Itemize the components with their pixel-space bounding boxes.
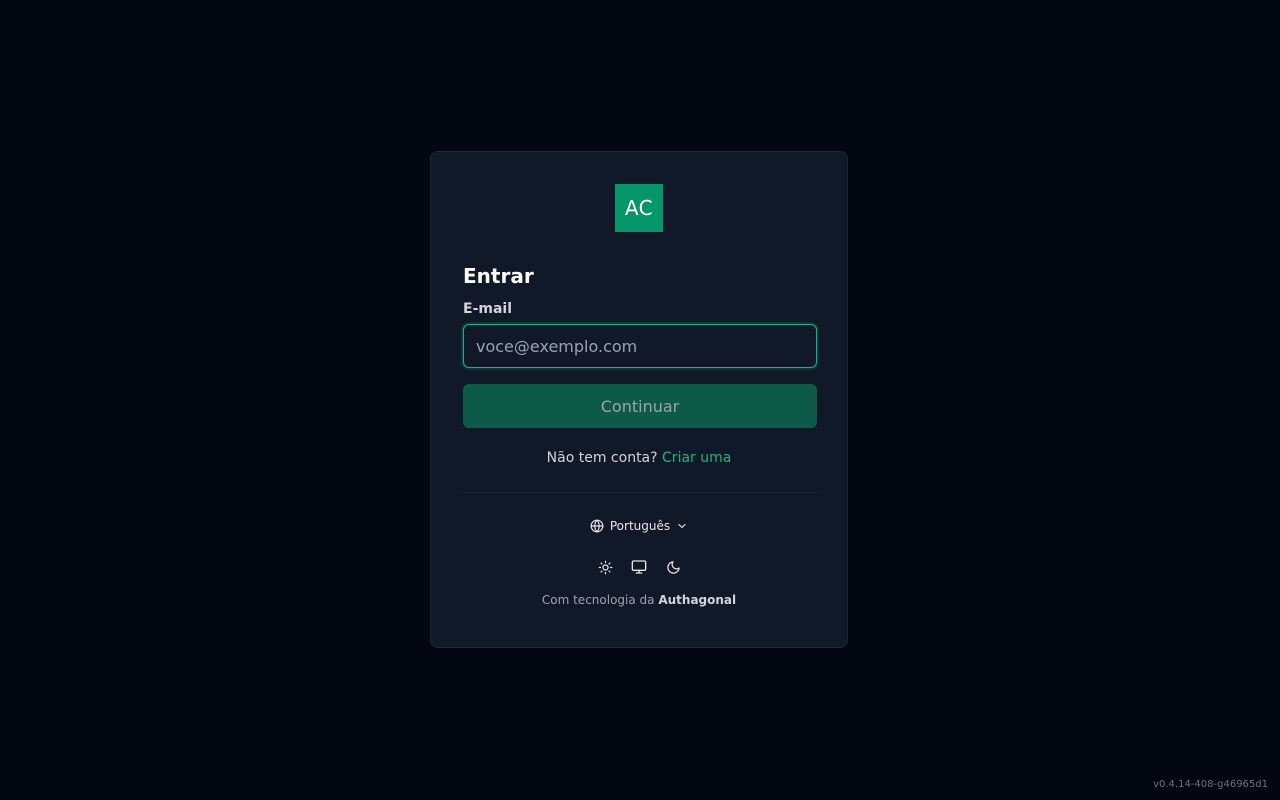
page-title: Entrar [463,264,534,288]
app-logo: AC [615,184,663,232]
theme-switcher [463,557,815,577]
email-input[interactable] [463,324,817,368]
powered-by: Com tecnologia da Authagonal [463,593,815,607]
language-row: Português [463,519,815,533]
language-selector[interactable]: Português [590,519,688,533]
powered-prefix: Com tecnologia da [541,593,655,607]
logo-wrap: AC [463,184,815,232]
login-page: AC Entrar E-mail Continuar Não tem conta… [0,0,1280,800]
theme-light-button[interactable] [595,557,615,577]
globe-icon [590,519,604,533]
monitor-icon [631,559,647,575]
powered-brand: Authagonal [658,593,737,607]
version-label: v0.4.14-408-g46965d1 [1153,779,1268,790]
chevron-down-icon [676,520,688,532]
signup-prompt: Não tem conta? [546,450,658,466]
login-card: AC Entrar E-mail Continuar Não tem conta… [430,151,848,648]
continue-button[interactable]: Continuar [463,384,817,428]
moon-icon [666,560,681,575]
email-input-wrap [463,324,817,368]
theme-system-button[interactable] [629,557,649,577]
divider [463,492,817,493]
theme-dark-button[interactable] [663,557,683,577]
sun-icon [598,560,613,575]
signup-row: Não tem conta? Criar uma [463,449,815,467]
signup-link[interactable]: Criar uma [662,450,731,466]
language-label: Português [609,519,671,533]
email-label: E-mail [463,301,513,317]
